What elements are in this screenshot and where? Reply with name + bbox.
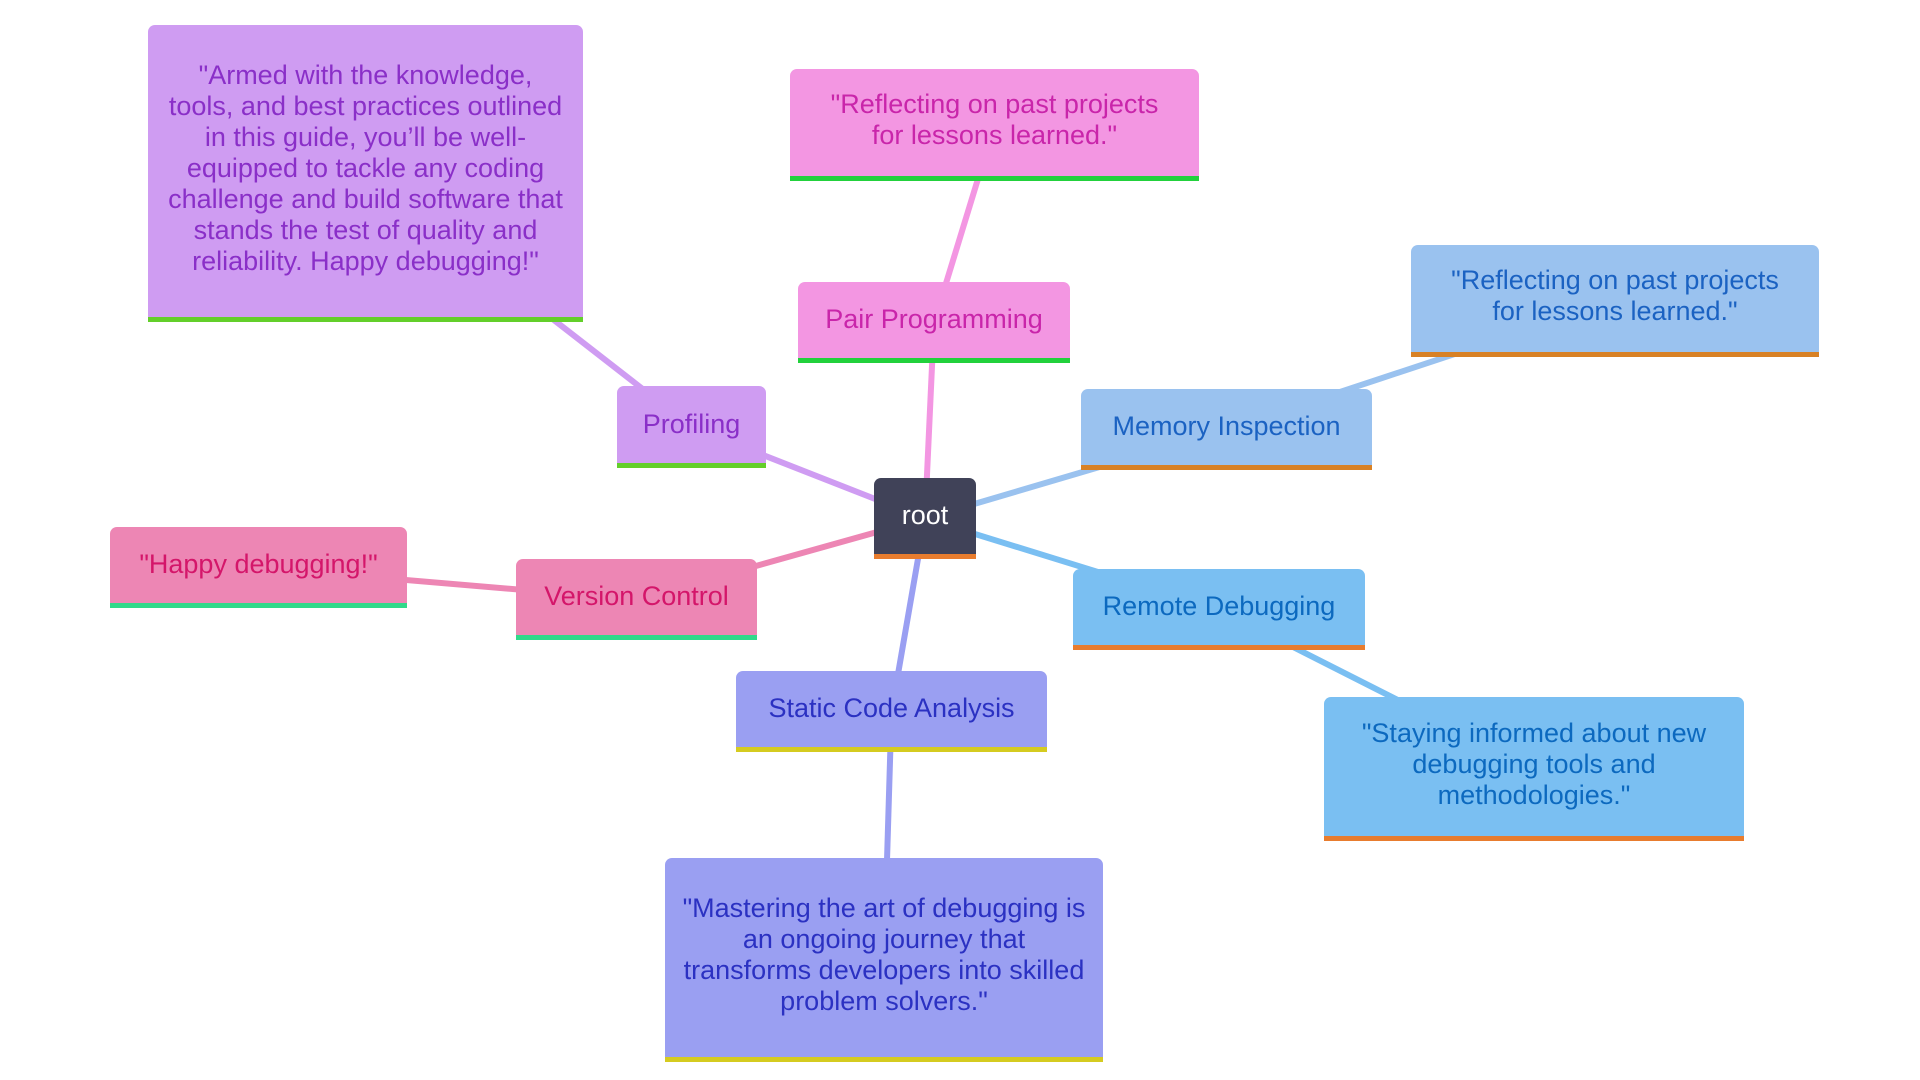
node-accent-bar [798,358,1070,363]
node-label: "Reflecting on past projects for lessons… [1451,265,1779,326]
node-label: "Armed with the knowledge, tools, and be… [168,60,563,276]
node-accent-bar [110,603,407,608]
node-profiling[interactable]: Profiling [617,386,766,468]
node-memory-quote[interactable]: "Reflecting on past projects for lessons… [1411,245,1819,357]
node-version-quote[interactable]: "Happy debugging!" [110,527,407,608]
node-static-quote[interactable]: "Mastering the art of debugging is an on… [665,858,1103,1062]
node-accent-bar [736,747,1047,752]
node-label: "Happy debugging!" [139,549,378,579]
node-profiling-quote[interactable]: "Armed with the knowledge, tools, and be… [148,25,583,322]
node-accent-bar [665,1057,1103,1062]
root-node[interactable]: root [874,478,976,559]
node-accent-bar [617,463,766,468]
node-accent-bar [790,176,1199,181]
node-pair-programming[interactable]: Pair Programming [798,282,1070,363]
node-accent-bar [148,317,583,322]
node-pair-quote[interactable]: "Reflecting on past projects for lessons… [790,69,1199,181]
node-label: Profiling [642,408,741,439]
node-label: "Mastering the art of debugging is an on… [682,893,1086,1016]
node-accent-bar [874,554,976,559]
node-accent-bar [516,635,757,640]
node-label: "Staying informed about new debugging to… [1361,717,1707,810]
node-version-control[interactable]: Version Control [516,559,757,640]
node-static-code-analysis[interactable]: Static Code Analysis [736,671,1047,752]
node-remote-quote[interactable]: "Staying informed about new debugging to… [1324,697,1744,841]
node-label: Remote Debugging [1102,591,1336,621]
node-memory-inspection[interactable]: Memory Inspection [1081,389,1372,470]
node-accent-bar [1081,465,1372,470]
node-label: Memory Inspection [1112,411,1341,441]
node-label: Version Control [544,581,729,611]
node-accent-bar [1411,352,1819,357]
node-label: "Reflecting on past projects for lessons… [830,89,1159,150]
node-accent-bar [1324,836,1744,841]
node-label: Pair Programming [825,304,1043,334]
node-label: Static Code Analysis [768,693,1015,723]
node-remote-debugging[interactable]: Remote Debugging [1073,569,1365,650]
root-label: root [901,500,949,530]
node-accent-bar [1073,645,1365,650]
